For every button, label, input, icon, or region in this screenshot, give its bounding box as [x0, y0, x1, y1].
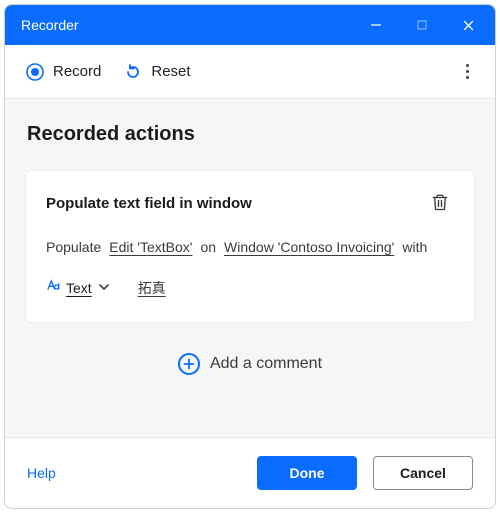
- action-card-body: Populate Edit 'TextBox' on Window 'Conto…: [46, 233, 454, 304]
- add-comment-label: Add a comment: [210, 355, 322, 373]
- action-verb: Populate: [46, 233, 101, 262]
- reset-icon: [123, 62, 143, 82]
- done-button[interactable]: Done: [257, 456, 357, 490]
- trash-icon: [431, 193, 449, 214]
- close-button[interactable]: [445, 5, 491, 45]
- chevron-down-icon: [98, 274, 110, 303]
- action-value-link[interactable]: 拓真: [138, 274, 166, 303]
- record-icon: [25, 62, 45, 82]
- minimize-button[interactable]: [353, 5, 399, 45]
- toolbar: Record Reset: [5, 45, 495, 99]
- action-card-title: Populate text field in window: [46, 195, 426, 212]
- cancel-button[interactable]: Cancel: [373, 456, 473, 490]
- action-target-link[interactable]: Edit 'TextBox': [109, 233, 192, 262]
- titlebar: Recorder: [5, 5, 495, 45]
- value-type-label: Text: [66, 274, 92, 303]
- reset-label: Reset: [151, 63, 190, 80]
- more-icon: [466, 63, 469, 81]
- action-with: with: [402, 233, 427, 262]
- more-menu-button[interactable]: [449, 54, 485, 90]
- footer: Help Done Cancel: [5, 438, 495, 508]
- reset-button[interactable]: Reset: [123, 62, 190, 82]
- content-area: Recorded actions Populate text field in …: [5, 99, 495, 438]
- delete-action-button[interactable]: [426, 189, 454, 217]
- window-title: Recorder: [21, 17, 353, 33]
- plus-circle-icon: [178, 353, 200, 375]
- text-type-icon: [46, 274, 62, 303]
- action-on: on: [200, 233, 216, 262]
- record-button[interactable]: Record: [25, 62, 101, 82]
- recorder-window: Recorder Record: [4, 4, 496, 509]
- value-type-picker[interactable]: Text: [46, 274, 110, 303]
- action-window-link[interactable]: Window 'Contoso Invoicing': [224, 233, 394, 262]
- action-card: Populate text field in window Populat: [25, 170, 475, 323]
- help-link[interactable]: Help: [27, 465, 56, 481]
- add-comment-button[interactable]: Add a comment: [25, 345, 475, 383]
- action-card-header: Populate text field in window: [46, 189, 454, 217]
- section-title: Recorded actions: [27, 123, 473, 146]
- maximize-button[interactable]: [399, 5, 445, 45]
- record-label: Record: [53, 63, 101, 80]
